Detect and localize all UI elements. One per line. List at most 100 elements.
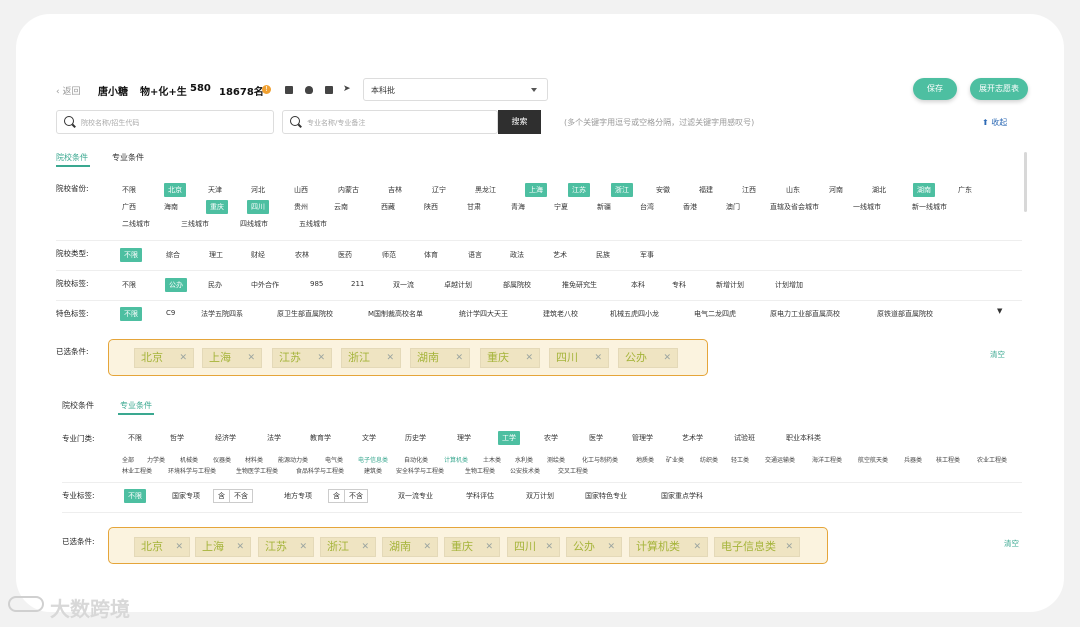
- category-option[interactable]: 不限: [128, 433, 142, 443]
- close-icon[interactable]: ✕: [386, 349, 394, 367]
- province-option[interactable]: 云南: [334, 202, 348, 212]
- province-option[interactable]: 河北: [251, 185, 265, 195]
- tag-option[interactable]: 中外合作: [251, 280, 279, 290]
- subcategory-option[interactable]: 全部: [122, 455, 134, 464]
- selected-chip[interactable]: 北京 ✕: [134, 537, 190, 557]
- feature-option[interactable]: M国制裁高校名单: [368, 309, 423, 319]
- subcategory-option[interactable]: 测绘类: [547, 455, 565, 464]
- selected-chip[interactable]: 北京 ✕: [134, 348, 194, 368]
- selected-chip[interactable]: 浙江 ✕: [320, 537, 376, 557]
- close-icon[interactable]: ✕: [663, 349, 671, 367]
- selected-chip[interactable]: 重庆 ✕: [444, 537, 500, 557]
- selected-chip[interactable]: 公办 ✕: [618, 348, 678, 368]
- selected-chip[interactable]: 上海 ✕: [195, 537, 251, 557]
- tab-major-conditions[interactable]: 专业条件: [120, 400, 152, 411]
- province-option[interactable]: 江西: [742, 185, 756, 195]
- province-option[interactable]: 湖北: [872, 185, 886, 195]
- major-tag-option[interactable]: 双一流专业: [398, 491, 433, 501]
- send-icon[interactable]: ➤: [343, 84, 351, 94]
- province-option[interactable]: 安徽: [656, 185, 670, 195]
- province-option[interactable]: 浙江: [611, 183, 633, 197]
- category-option[interactable]: 理学: [457, 433, 471, 443]
- subcategory-option[interactable]: 电气类: [325, 455, 343, 464]
- tag-option[interactable]: 本科: [631, 280, 645, 290]
- subcategory-option[interactable]: 地质类: [636, 455, 654, 464]
- selected-chip[interactable]: 浙江 ✕: [341, 348, 401, 368]
- province-option[interactable]: 新疆: [597, 202, 611, 212]
- province-option[interactable]: 不限: [122, 185, 136, 195]
- selected-chip[interactable]: 重庆 ✕: [480, 348, 540, 368]
- type-option[interactable]: 师范: [382, 250, 396, 260]
- feature-option[interactable]: C9: [166, 309, 175, 317]
- feature-option[interactable]: 原电力工业部直属高校: [770, 309, 840, 319]
- major-tag-option[interactable]: 学科评估: [466, 491, 494, 501]
- category-option[interactable]: 法学: [267, 433, 281, 443]
- subcategory-option[interactable]: 建筑类: [364, 466, 382, 475]
- close-icon[interactable]: ✕: [594, 349, 602, 367]
- subcategory-option[interactable]: 机械类: [180, 455, 198, 464]
- subcategory-option[interactable]: 矿业类: [666, 455, 684, 464]
- include-option[interactable]: 含: [214, 490, 230, 502]
- subcategory-option[interactable]: 材料类: [245, 455, 263, 464]
- major-tag-option[interactable]: 国家重点学科: [661, 491, 703, 501]
- province-option[interactable]: 江苏: [568, 183, 590, 197]
- tag-option[interactable]: 新增计划: [716, 280, 744, 290]
- type-option[interactable]: 艺术: [553, 250, 567, 260]
- category-option[interactable]: 艺术学: [682, 433, 703, 443]
- province-option[interactable]: 直辖及省会城市: [770, 202, 819, 212]
- exclude-option[interactable]: 不含: [345, 490, 367, 502]
- province-option[interactable]: 二线城市: [122, 219, 150, 229]
- selected-chip[interactable]: 江苏 ✕: [272, 348, 332, 368]
- subcategory-option[interactable]: 安全科学与工程类: [396, 466, 444, 475]
- tag-option[interactable]: 计划增加: [775, 280, 803, 290]
- province-option[interactable]: 广东: [958, 185, 972, 195]
- feature-option[interactable]: 统计学四大天王: [459, 309, 508, 319]
- school-search-input[interactable]: 院校名称/招生代码: [56, 110, 274, 134]
- subcategory-option[interactable]: 林业工程类: [122, 466, 152, 475]
- selected-chip[interactable]: 四川 ✕: [549, 348, 609, 368]
- close-icon[interactable]: ✕: [361, 538, 369, 556]
- print-icon[interactable]: [325, 86, 333, 94]
- close-icon[interactable]: ✕: [455, 349, 463, 367]
- subcategory-option[interactable]: 计算机类: [444, 455, 468, 464]
- category-option[interactable]: 教育学: [310, 433, 331, 443]
- close-icon[interactable]: ✕: [175, 538, 183, 556]
- close-icon[interactable]: ✕: [423, 538, 431, 556]
- subcategory-option[interactable]: 生物医学工程类: [236, 466, 278, 475]
- tag-option[interactable]: 推免研究生: [562, 280, 597, 290]
- province-option[interactable]: 福建: [699, 185, 713, 195]
- subcategory-option[interactable]: 环境科学与工程类: [168, 466, 216, 475]
- scrollbar[interactable]: [1024, 152, 1027, 212]
- tag-option[interactable]: 部属院校: [503, 280, 531, 290]
- subcategory-option[interactable]: 航空航天类: [858, 455, 888, 464]
- major-tag-option[interactable]: 双万计划: [526, 491, 554, 501]
- type-option[interactable]: 农林: [295, 250, 309, 260]
- province-option[interactable]: 黑龙江: [475, 185, 496, 195]
- feature-option[interactable]: 建筑老八校: [543, 309, 578, 319]
- selected-chip[interactable]: 公办 ✕: [566, 537, 622, 557]
- province-option[interactable]: 甘肃: [467, 202, 481, 212]
- subcategory-option[interactable]: 生物工程类: [465, 466, 495, 475]
- subcategory-option[interactable]: 能源动力类: [278, 455, 308, 464]
- subcategory-option[interactable]: 农业工程类: [977, 455, 1007, 464]
- province-option[interactable]: 内蒙古: [338, 185, 359, 195]
- subcategory-option[interactable]: 轻工类: [731, 455, 749, 464]
- close-icon[interactable]: ✕: [247, 349, 255, 367]
- tag-option[interactable]: 211: [351, 280, 364, 288]
- province-option[interactable]: 四线城市: [240, 219, 268, 229]
- province-option[interactable]: 陕西: [424, 202, 438, 212]
- type-option[interactable]: 财经: [251, 250, 265, 260]
- province-option[interactable]: 北京: [164, 183, 186, 197]
- info-icon[interactable]: !: [262, 85, 271, 94]
- close-icon[interactable]: ✕: [299, 538, 307, 556]
- selected-chip[interactable]: 湖南 ✕: [410, 348, 470, 368]
- category-option[interactable]: 历史学: [405, 433, 426, 443]
- category-option[interactable]: 农学: [544, 433, 558, 443]
- type-option[interactable]: 体育: [424, 250, 438, 260]
- save-disk-icon[interactable]: [285, 86, 293, 94]
- search-button[interactable]: 搜索: [498, 110, 541, 134]
- province-option[interactable]: 海南: [164, 202, 178, 212]
- province-option[interactable]: 香港: [683, 202, 697, 212]
- province-option[interactable]: 台湾: [640, 202, 654, 212]
- close-icon[interactable]: ✕: [179, 349, 187, 367]
